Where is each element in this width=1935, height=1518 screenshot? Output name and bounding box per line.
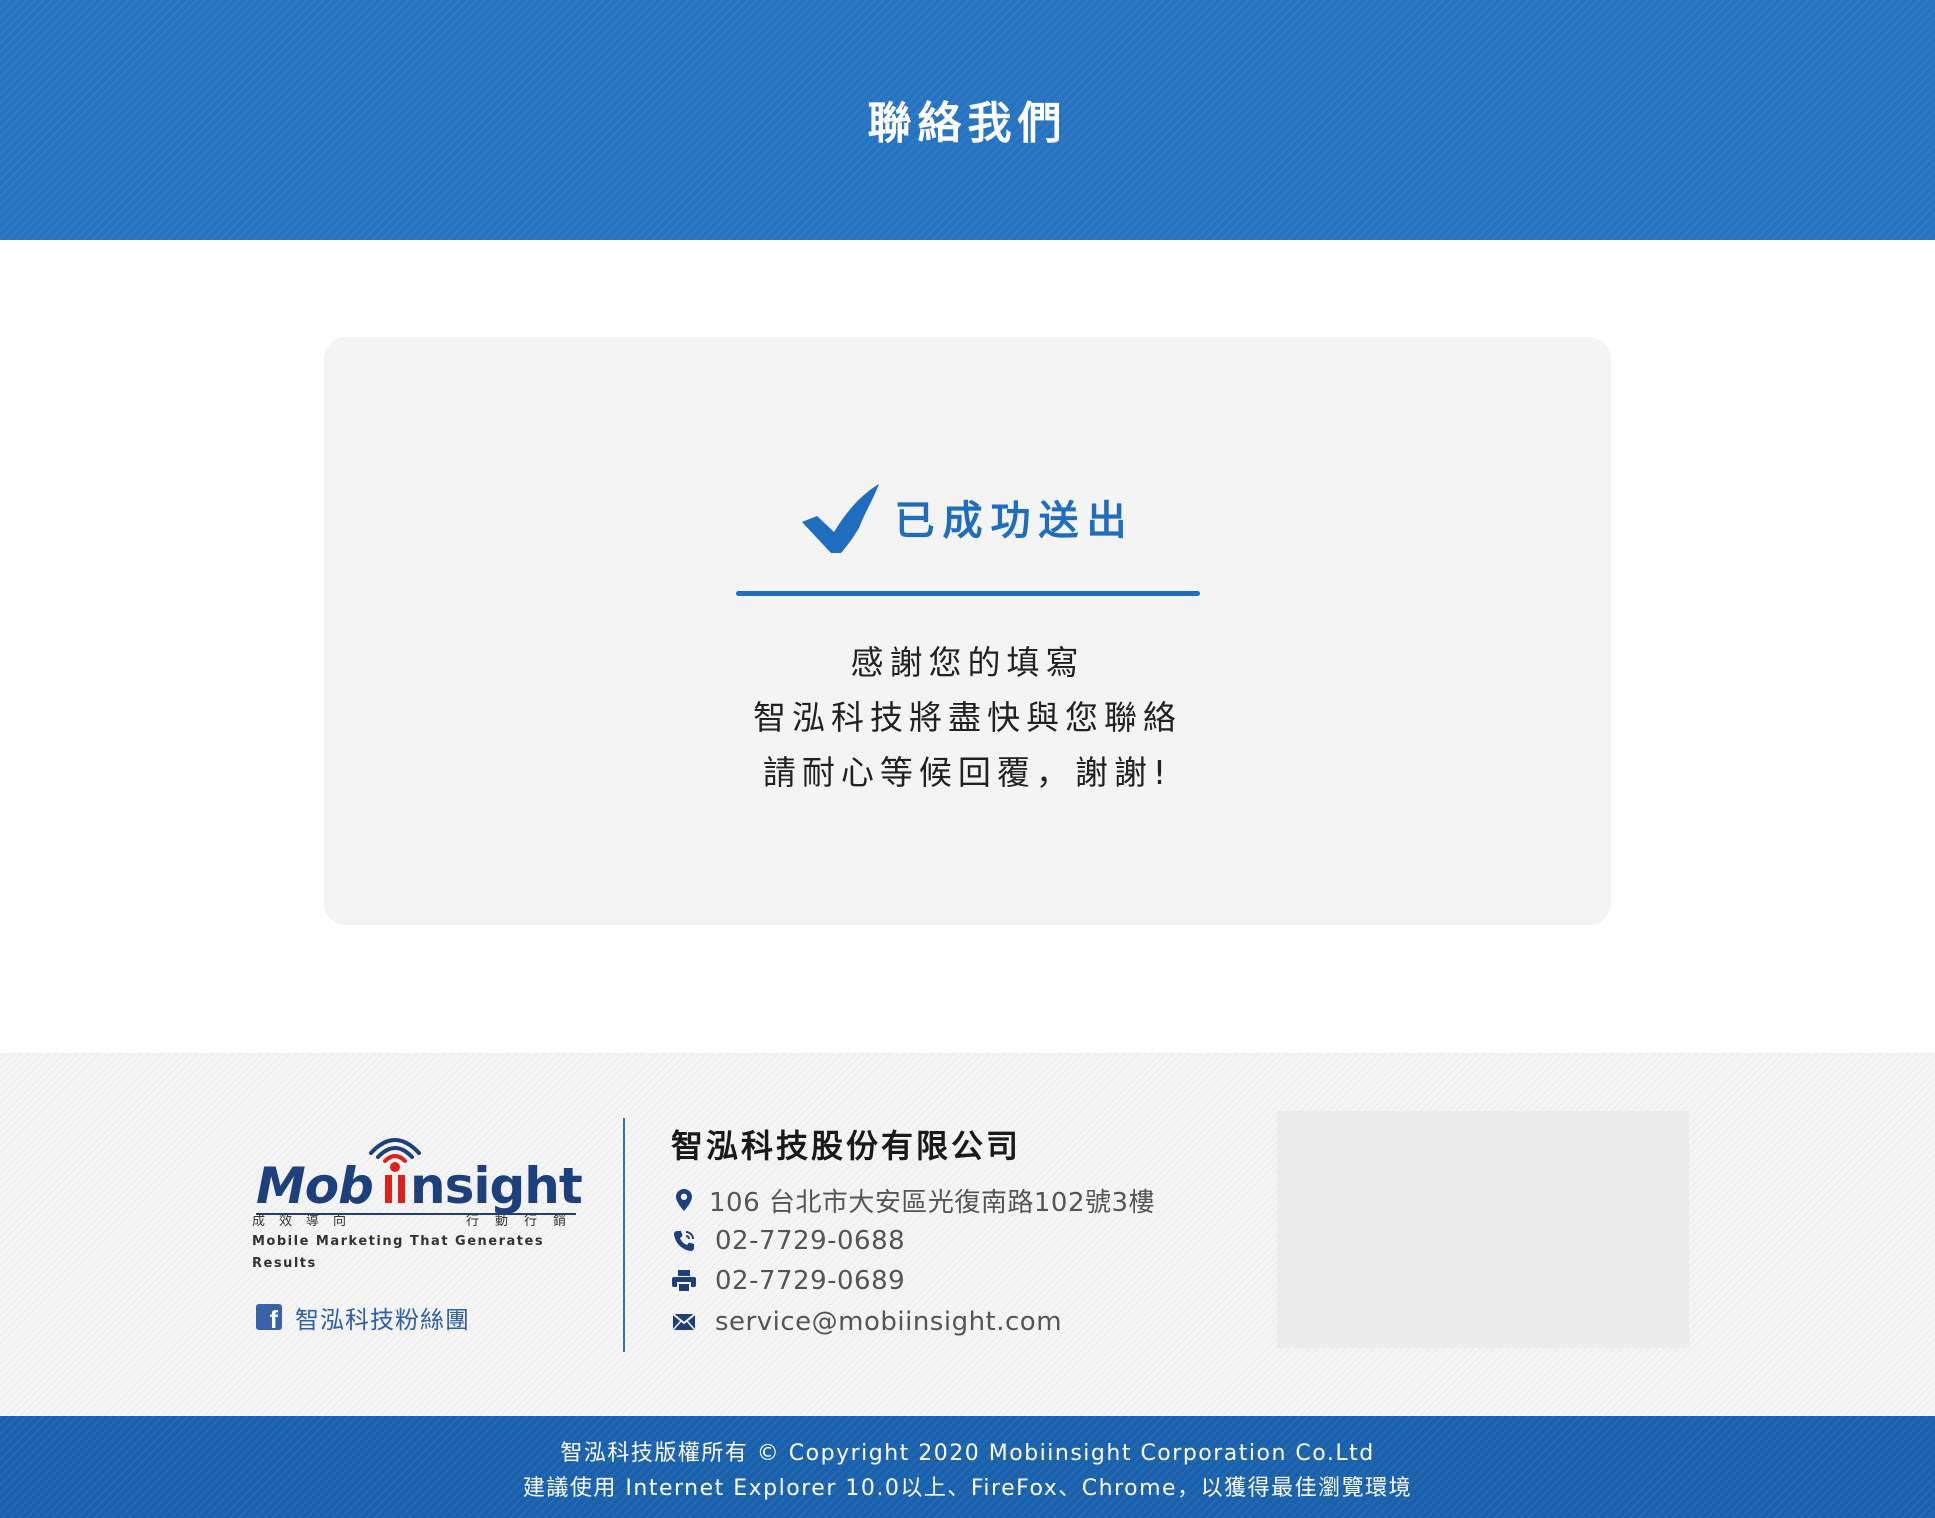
svg-text:nsight: nsight — [410, 1157, 582, 1215]
footer-contact-section: Mob nsight 成效導向 行動行銷 Mobile Marketing Th… — [0, 1053, 1935, 1416]
tagline-en: Mobile Marketing That Generates Results — [252, 1234, 545, 1271]
fax-number: 02-7729-0689 — [715, 1266, 906, 1296]
facebook-fanpage-link[interactable]: f 智泓科技粉絲團 — [256, 1301, 470, 1334]
submission-result-card: 已成功送出 感謝您的填寫 智泓科技將盡快與您聯絡 請耐心等候回覆，謝謝! — [324, 337, 1611, 925]
message-line: 請耐心等候回覆，謝謝! — [762, 753, 1173, 792]
facebook-link-label: 智泓科技粉絲團 — [295, 1305, 470, 1334]
checkmark-icon — [801, 484, 879, 553]
tagline-zh-left: 成效導向 — [252, 1214, 361, 1229]
page-header-banner: 聯絡我們 — [0, 0, 1935, 240]
company-name: 智泓科技股份有限公司 — [671, 1127, 1022, 1165]
svg-text:Mob: Mob — [256, 1157, 373, 1215]
page-title: 聯絡我們 — [867, 98, 1068, 149]
envelope-icon — [671, 1309, 697, 1335]
fax-row: 02-7729-0689 — [671, 1261, 905, 1301]
address-row: 106 台北市大安區光復南路102號3樓 — [671, 1180, 1155, 1220]
email-row[interactable]: service@mobiinsight.com — [671, 1302, 1062, 1342]
phone-number: 02-7729-0688 — [715, 1226, 906, 1256]
message-line: 智泓科技將盡快與您聯絡 — [753, 698, 1182, 737]
copyright-text: 智泓科技版權所有 © Copyright 2020 Mobiinsight Co… — [560, 1441, 1375, 1466]
success-heading: 已成功送出 — [324, 482, 1611, 554]
footer-divider — [623, 1118, 625, 1352]
location-pin-icon — [671, 1187, 697, 1213]
phone-icon — [671, 1228, 697, 1254]
copyright-bar: 智泓科技版權所有 © Copyright 2020 Mobiinsight Co… — [0, 1416, 1935, 1518]
tagline-zh-right: 行動行銷 — [465, 1214, 582, 1229]
success-title: 已成功送出 — [894, 498, 1135, 544]
thank-you-message: 感謝您的填寫 智泓科技將盡快與您聯絡 請耐心等候回覆，謝謝! — [324, 635, 1611, 800]
logo-tagline: 成效導向 行動行銷 Mobile Marketing That Generate… — [252, 1213, 582, 1275]
email-address: service@mobiinsight.com — [715, 1307, 1063, 1337]
title-underline — [736, 591, 1200, 596]
printer-icon — [671, 1268, 697, 1294]
address-text: 106 台北市大安區光復南路102號3樓 — [709, 1187, 1156, 1218]
browser-recommendation: 建議使用 Internet Explorer 10.0以上、FireFox、Ch… — [522, 1476, 1413, 1501]
map-embed[interactable] — [1277, 1111, 1689, 1348]
facebook-icon: f — [256, 1304, 282, 1333]
phone-row[interactable]: 02-7729-0688 — [671, 1221, 905, 1261]
message-line: 感謝您的填寫 — [850, 643, 1085, 682]
